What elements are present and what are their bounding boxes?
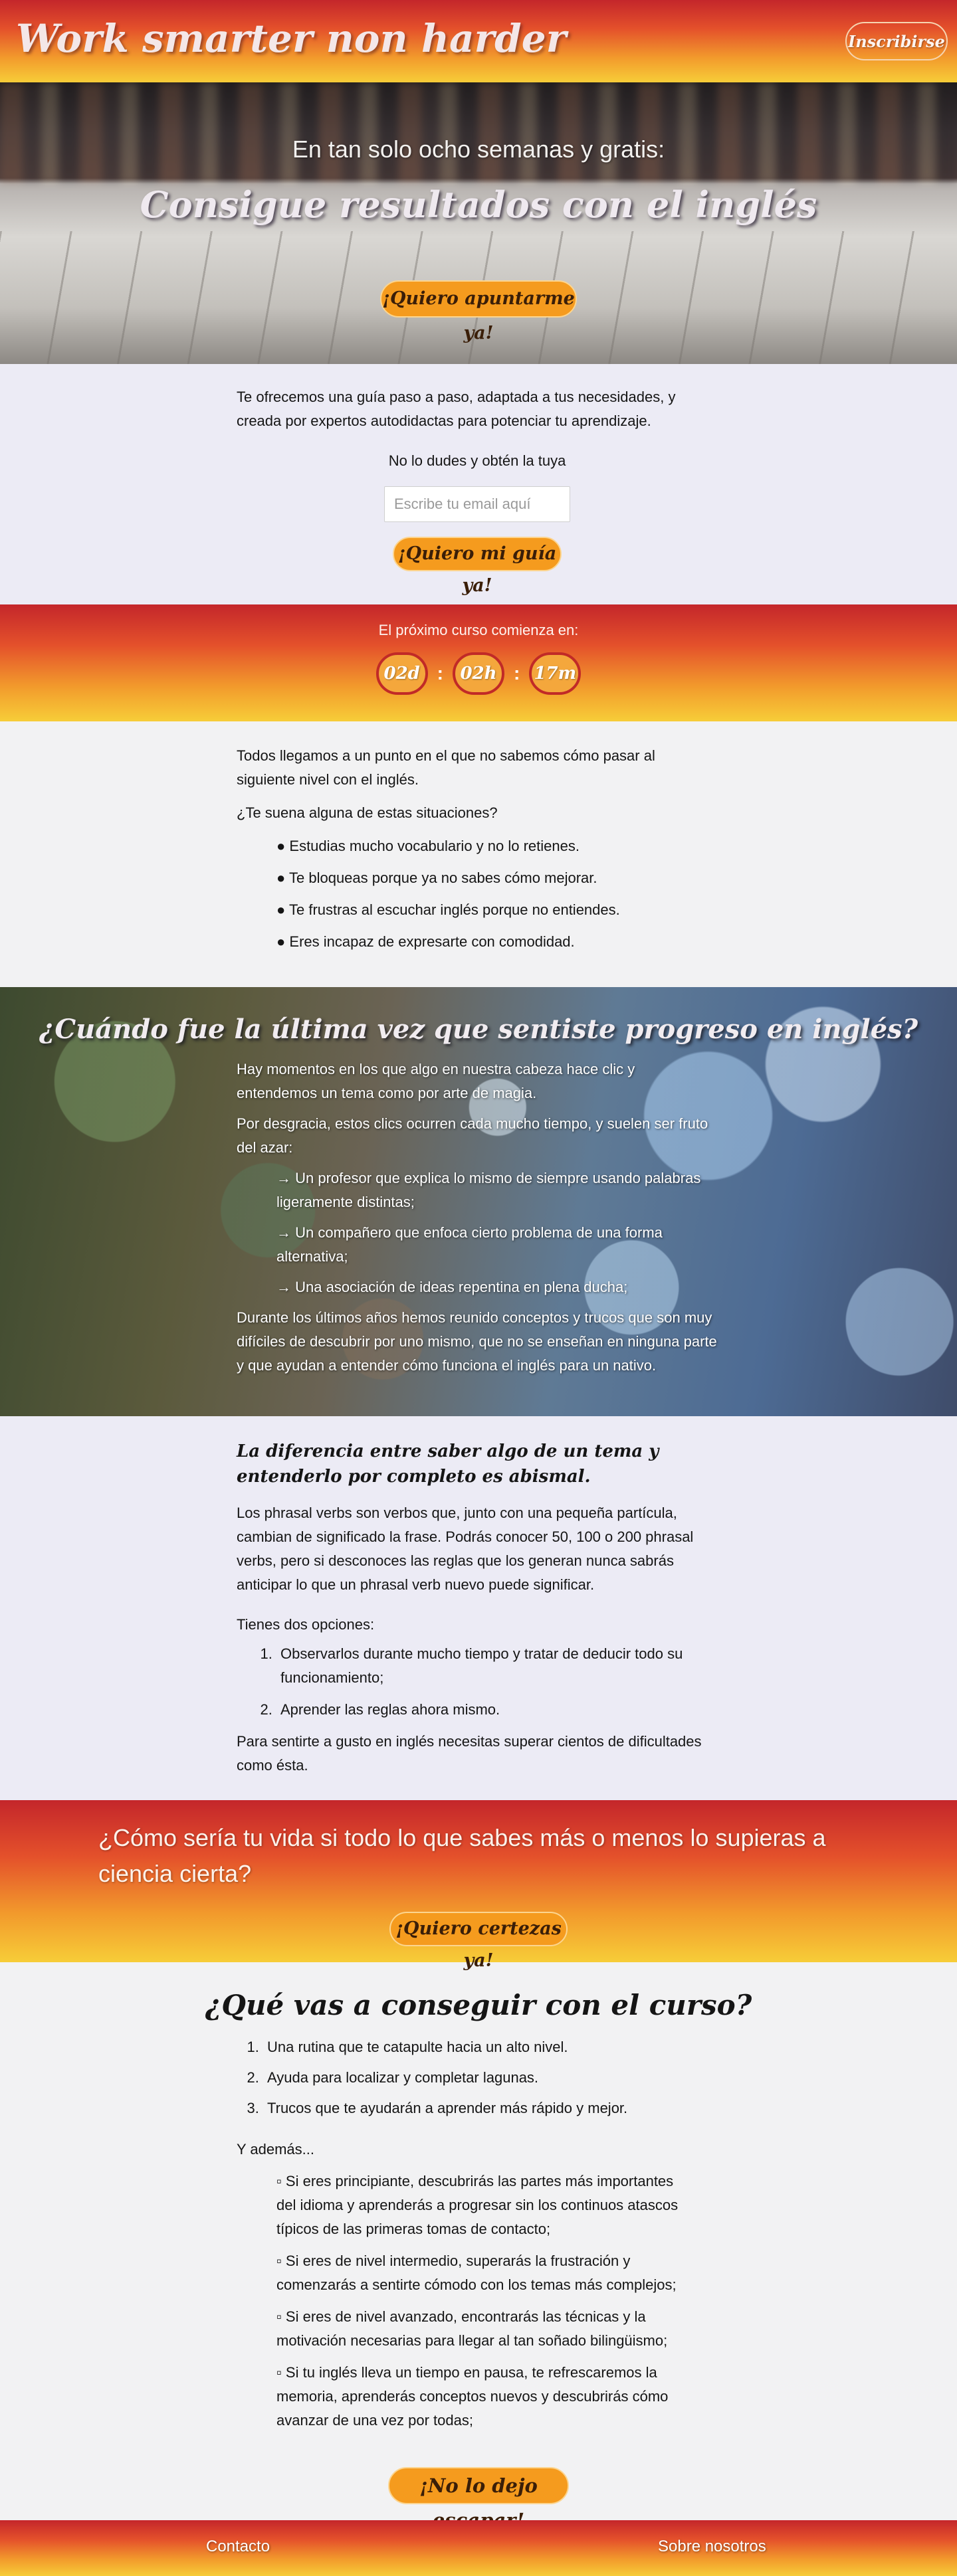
guide-description: Te ofrecemos una guía paso a paso, adapt… [237, 389, 676, 429]
progress-list: → Un profesor que explica lo mismo de si… [276, 1166, 718, 1299]
list-item: ● Estudias mucho vocabulario y no lo ret… [276, 838, 580, 854]
top-header: Work smarter non harder Inscribirse [0, 0, 957, 82]
countdown-minutes: 17m [529, 652, 582, 695]
course-heading: ¿Qué vas a conseguir con el curso? [205, 1989, 752, 2021]
get-guide-button[interactable]: ¡Quiero mi guía ya! [393, 537, 562, 596]
course-levels-list: ▫ Si eres principiante, descubrirás las … [276, 2169, 682, 2433]
situations-list: ● Estudias mucho vocabulario y no lo ret… [276, 834, 718, 954]
list-item: → Una asociación de ideas repentina en p… [276, 1279, 628, 1295]
hero-banner: En tan solo ocho semanas y gratis: Consi… [0, 82, 957, 364]
signup-button[interactable]: Inscribirse [845, 22, 948, 60]
difference-paragraph-3: Para sentirte a gusto en inglés necesita… [237, 1733, 702, 1774]
hero-background-shelf [0, 82, 957, 182]
difference-paragraph-2: Tienes dos opciones: [237, 1616, 375, 1633]
hero-title: Consigue resultados con el inglés [140, 183, 817, 226]
list-item: ● Te frustras al escuchar inglés porque … [276, 901, 620, 918]
list-item: ▫ Si eres principiante, descubrirás las … [276, 2173, 679, 2237]
email-input[interactable] [384, 486, 570, 522]
list-item: Ayuda para localizar y completar lagunas… [263, 2066, 718, 2090]
list-item: ▫ Si eres de nivel intermedio, superarás… [276, 2253, 677, 2293]
list-item: → Un profesor que explica lo mismo de si… [276, 1170, 701, 1210]
progress-title: ¿Cuándo fue la última vez que sentiste p… [39, 1014, 918, 1045]
list-item: Observarlos durante mucho tiempo y trata… [276, 1642, 718, 1690]
difference-paragraph-1: Los phrasal verbs son verbos que, junto … [237, 1505, 694, 1593]
list-item: Una rutina que te catapulte hacia un alt… [263, 2035, 718, 2059]
course-also: Y además... [237, 2141, 314, 2158]
options-list: Observarlos durante mucho tiempo y trata… [276, 1642, 718, 1722]
contact-link[interactable]: Contacto [206, 2537, 270, 2556]
list-item: ▫ Si eres de nivel avanzado, encontrarás… [276, 2308, 668, 2349]
countdown-hours: 02h [453, 652, 504, 695]
progress-paragraph-1: Hay momentos en los que algo en nuestra … [237, 1061, 635, 1101]
countdown-section: El próximo curso comienza en: 02d : 02h … [0, 604, 957, 721]
difference-heading: La diferencia entre saber algo de un tem… [237, 1441, 659, 1487]
certainty-button[interactable]: ¡Quiero certezas ya! [389, 1912, 568, 1971]
site-footer: Contacto Sobre nosotros [0, 2520, 957, 2576]
list-item: ● Eres incapaz de expresarte con comodid… [276, 933, 575, 950]
situations-question: ¿Te suena alguna de estas situaciones? [237, 804, 498, 821]
course-section: ¿Qué vas a conseguir con el curso? Una r… [0, 1962, 957, 2531]
progress-paragraph-2: Por desgracia, estos clics ocurren cada … [237, 1115, 708, 1156]
situations-section: Todos llegamos a un punto en el que no s… [0, 721, 957, 987]
countdown-separator: : [514, 663, 520, 684]
brand-logo[interactable]: Work smarter non harder [16, 16, 566, 61]
list-item: Aprender las reglas ahora mismo. [276, 1698, 718, 1722]
progress-paragraph-3: Durante los últimos años hemos reunido c… [237, 1309, 717, 1374]
about-link[interactable]: Sobre nosotros [658, 2537, 766, 2556]
question-text: ¿Cómo sería tu vida si todo lo que sabes… [98, 1824, 826, 1887]
difference-section: La diferencia entre saber algo de un tem… [0, 1416, 957, 1800]
hero-subtitle: En tan solo ocho semanas y gratis: [292, 136, 665, 163]
situations-intro: Todos llegamos a un punto en el que no s… [237, 747, 655, 788]
list-item: → Un compañero que enfoca cierto problem… [276, 1224, 663, 1265]
guide-prompt: No lo dudes y obtén la tuya [388, 452, 566, 469]
dont-miss-button[interactable]: ¡No lo dejo escapar! [388, 2467, 569, 2531]
course-goals-list: Una rutina que te catapulte hacia un alt… [263, 2035, 718, 2120]
signup-now-button[interactable]: ¡Quiero apuntarme ya! [380, 280, 577, 343]
countdown-days: 02d [375, 652, 428, 695]
countdown-separator: : [437, 663, 443, 684]
guide-signup-section: Te ofrecemos una guía paso a paso, adapt… [0, 364, 957, 604]
list-item: Trucos que te ayudarán a aprender más rá… [263, 2096, 718, 2120]
countdown-label: El próximo curso comienza en: [378, 622, 579, 638]
countdown-timer: 02d : 02h : 17m [0, 652, 957, 695]
list-item: ● Te bloqueas porque ya no sabes cómo me… [276, 870, 597, 886]
list-item: ▫ Si tu inglés lleva un tiempo en pausa,… [276, 2364, 669, 2429]
progress-section: ¿Cuándo fue la última vez que sentiste p… [0, 987, 957, 1416]
question-band: ¿Cómo sería tu vida si todo lo que sabes… [0, 1800, 957, 1971]
